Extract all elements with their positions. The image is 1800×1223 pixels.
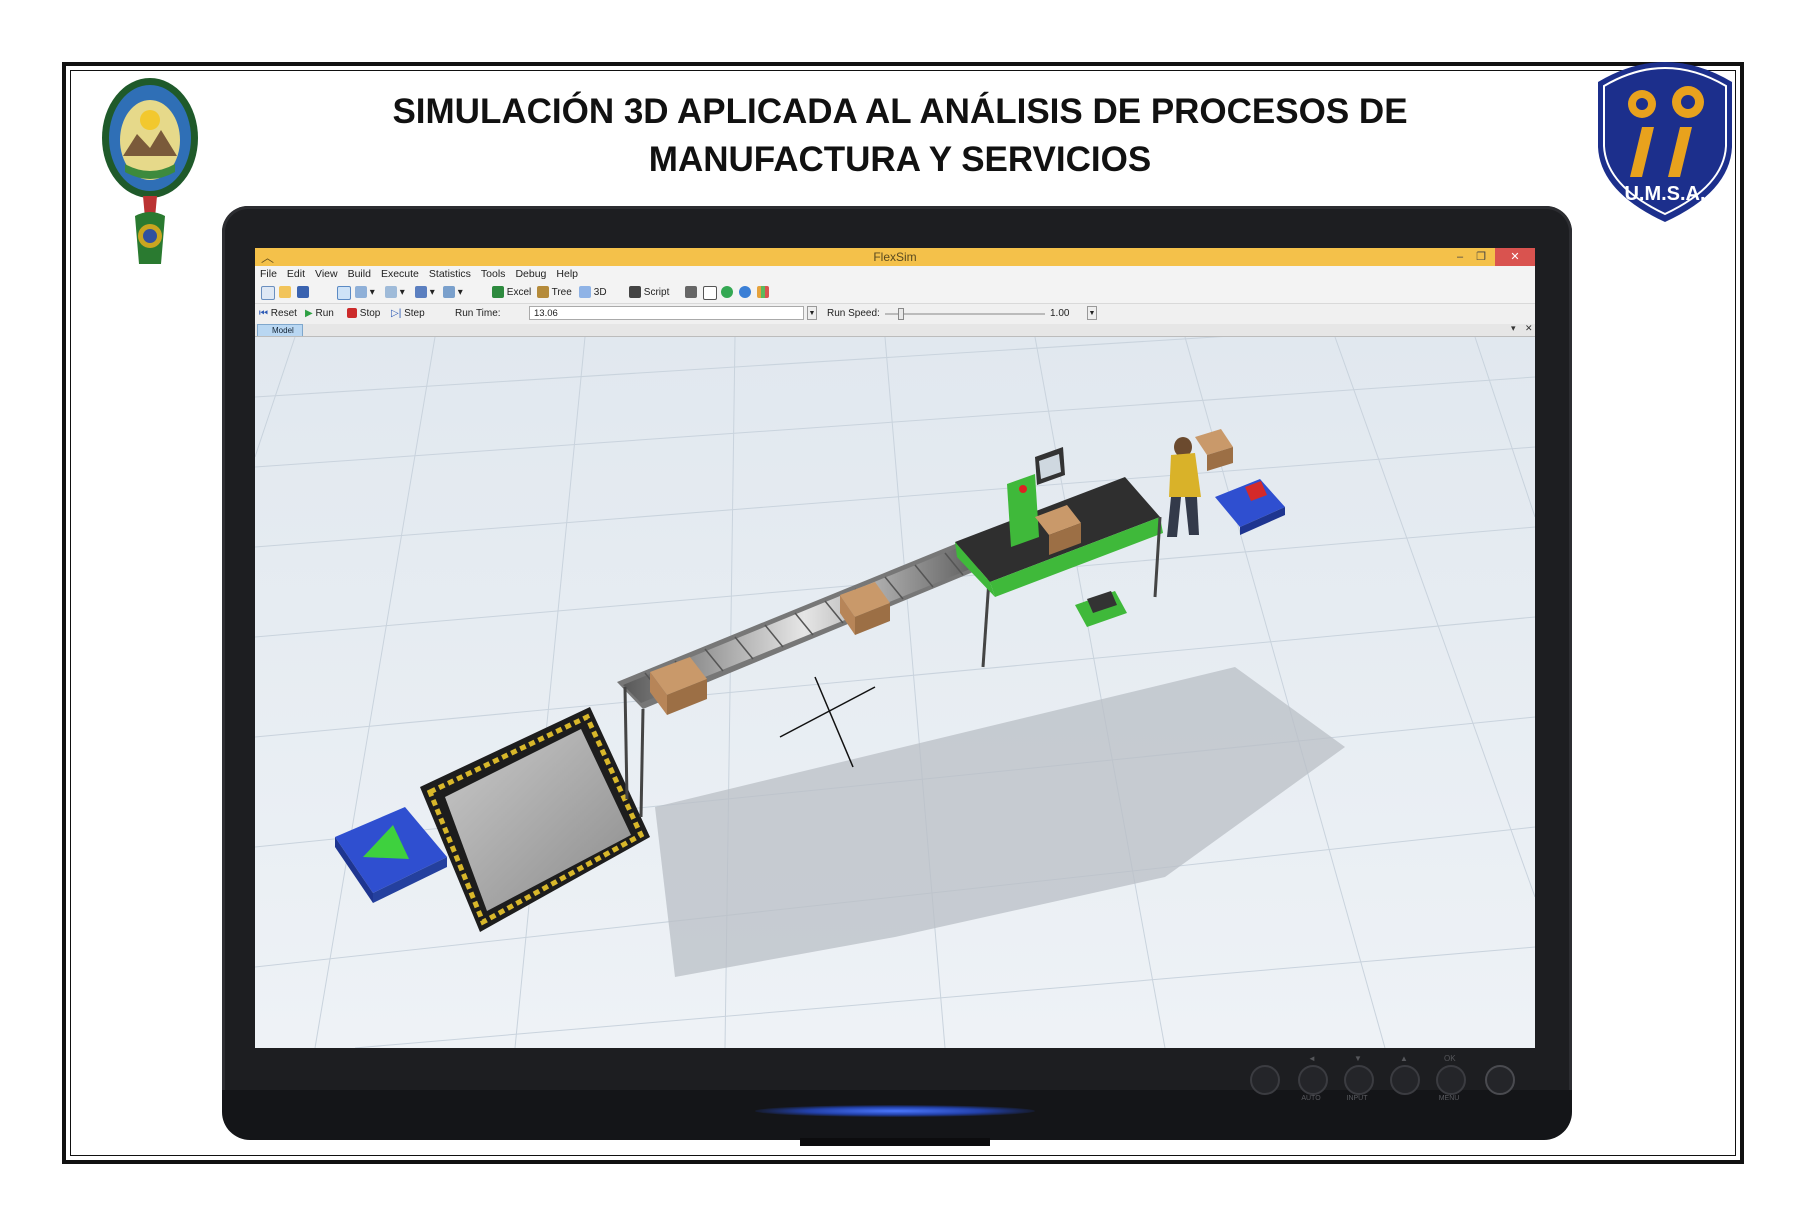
excel-icon (492, 286, 504, 299)
open-folder-icon[interactable] (279, 286, 291, 300)
view-3d-label: 3D (593, 287, 607, 298)
run-speed-slider[interactable] (898, 308, 904, 320)
monitor-auto-button[interactable] (1298, 1065, 1328, 1095)
run-speed-label: Run Speed: (827, 308, 880, 319)
close-icon[interactable]: ✕ (1495, 248, 1535, 266)
menu-view[interactable]: View (310, 266, 343, 280)
menu-help[interactable]: Help (551, 266, 583, 280)
save-icon[interactable] (297, 286, 309, 300)
monitor-menu-button[interactable] (1436, 1065, 1466, 1095)
document-tab-bar: Model ▾ ✕ (255, 323, 1535, 337)
monitor-brightness-button[interactable] (1390, 1065, 1420, 1095)
menu-statistics[interactable]: Statistics (424, 266, 476, 280)
run-speed-track[interactable] (885, 313, 1045, 315)
minimize-icon[interactable]: – (1451, 248, 1469, 266)
window-titlebar: ︿ FlexSim – ❐ ✕ (255, 248, 1535, 266)
reset-button[interactable]: ⏮ Reset (259, 307, 297, 321)
excel-label: Excel (506, 287, 532, 298)
monitor-input-button[interactable] (1344, 1065, 1374, 1095)
monitor-input-source-button[interactable] (1250, 1065, 1280, 1095)
logo-umsa-text: U.M.S.A. (1624, 183, 1705, 205)
monitor-arrow-ok: OK (1444, 1054, 1456, 1063)
menu-edit[interactable]: Edit (282, 266, 310, 280)
restore-icon[interactable]: ❐ (1471, 248, 1491, 266)
window-title: FlexSim (873, 250, 917, 264)
connect-objects-icon[interactable]: ▾ (355, 286, 375, 300)
tab-list-icon[interactable]: ▾ (1511, 323, 1516, 334)
run-icon: ▶ (305, 308, 313, 319)
tab-model-label: Model (272, 326, 294, 335)
step-label: Step (404, 308, 425, 319)
tab-model[interactable]: Model (257, 324, 303, 336)
statistics-chart-icon[interactable] (757, 286, 769, 300)
view-3d-button[interactable]: 3D (579, 286, 607, 300)
monitor-stand (800, 1138, 990, 1146)
run-speed-value: 1.00 (1050, 308, 1070, 319)
menu-tools[interactable]: Tools (476, 266, 511, 280)
run-toolbar: ⏮ Reset ▶ Run Stop ▷| Step Run Time: 13.… (255, 303, 1535, 325)
grid-select-icon[interactable]: ▾ (415, 286, 435, 300)
tab-close-icon[interactable]: ✕ (1525, 323, 1533, 334)
menu-bar: File Edit View Build Execute Statistics Tools D… (255, 266, 1535, 283)
tree-icon (537, 286, 549, 299)
new-file-icon[interactable] (261, 286, 275, 300)
stop-button[interactable]: Stop (347, 307, 380, 321)
step-icon: ▷| (391, 308, 402, 319)
run-speed-dropdown-icon[interactable]: ▼ (1087, 306, 1097, 320)
monitor-power-button[interactable] (1485, 1065, 1515, 1095)
title-line-1: SIMULACIÓN 3D APLICADA AL ANÁLISIS DE PR… (392, 92, 1408, 131)
stop-label: Stop (359, 308, 381, 319)
main-toolbar: ▾ ▾ ▾ ▾ Excel Tree 3D Script (255, 283, 1535, 303)
menu-build[interactable]: Build (343, 266, 376, 280)
help-icon[interactable] (721, 286, 733, 300)
group-icon[interactable]: ▾ (443, 286, 463, 300)
title-line-2: MANUFACTURA Y SERVICIOS (648, 140, 1152, 179)
run-time-field[interactable]: 13.06 (529, 306, 804, 320)
monitor-label-input: INPUT (1346, 1095, 1368, 1102)
online-icon[interactable] (739, 286, 751, 300)
menu-execute[interactable]: Execute (376, 266, 424, 280)
reset-label: Reset (270, 308, 297, 319)
power-light (755, 1105, 1035, 1117)
reset-icon: ⏮ (259, 308, 268, 319)
tree-label: Tree (551, 287, 572, 298)
document-title: SIMULACIÓN 3D APLICADA AL ANÁLISIS DE PR… (0, 88, 1800, 184)
tree-button[interactable]: Tree (537, 286, 572, 300)
monitor-label-menu: MENU (1438, 1095, 1460, 1102)
script-icon (629, 286, 641, 299)
view-3d-icon (579, 286, 591, 299)
window-layout-icon[interactable] (703, 286, 717, 300)
connect-center-icon[interactable]: ▾ (385, 286, 405, 300)
step-button[interactable]: ▷| Step (391, 307, 425, 321)
monitor-label-auto: AUTO (1301, 1095, 1321, 1102)
model-3d-view[interactable] (255, 337, 1535, 1048)
script-button[interactable]: Script (629, 286, 669, 300)
flexsim-window: ︿ FlexSim – ❐ ✕ File Edit View Build Execute… (255, 248, 1535, 1048)
monitor-arrow-up: ▲ (1400, 1054, 1408, 1063)
stop-icon (347, 308, 357, 319)
run-time-dropdown-icon[interactable]: ▼ (807, 306, 817, 320)
select-mode-icon[interactable] (337, 286, 351, 300)
run-button[interactable]: ▶ Run (305, 307, 334, 321)
menu-debug[interactable]: Debug (510, 266, 551, 280)
monitor-arrow-down: ▼ (1354, 1054, 1362, 1063)
monitor-arrow-left: ◄ (1308, 1054, 1316, 1063)
excel-button[interactable]: Excel (492, 286, 531, 300)
model-floor (255, 337, 1535, 1048)
run-time-label: Run Time: (455, 308, 501, 319)
run-label: Run (315, 308, 334, 319)
menu-file[interactable]: File (255, 266, 282, 280)
tools-icon[interactable] (685, 286, 697, 300)
script-label: Script (643, 287, 670, 298)
